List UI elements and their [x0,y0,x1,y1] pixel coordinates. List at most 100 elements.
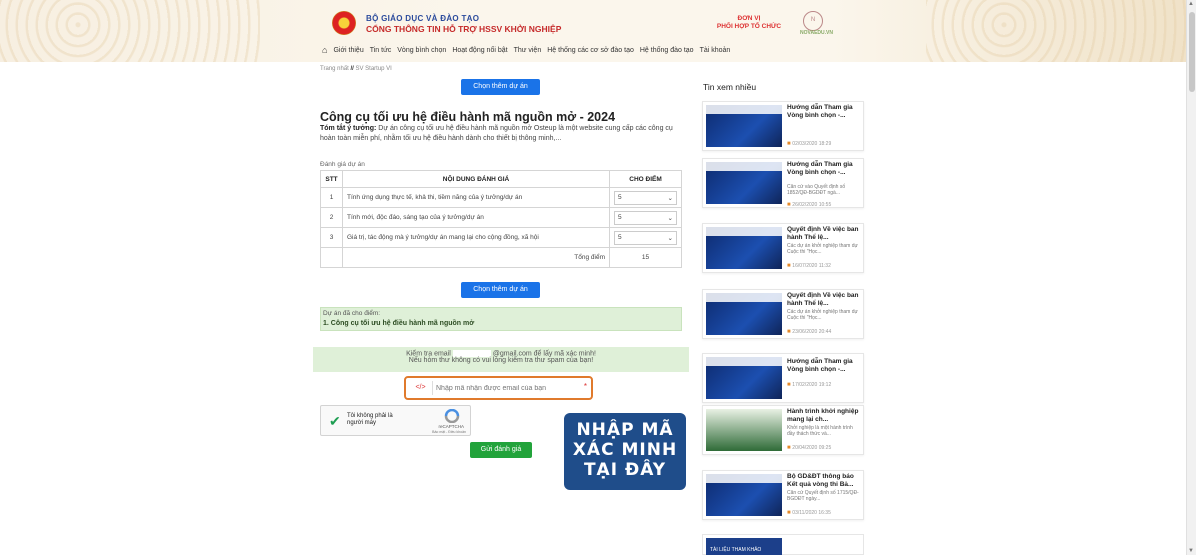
row-content: Giá trị, tác động mà ý tưởng/dự án mang … [342,227,610,248]
total-empty-cell [320,247,343,268]
news-title[interactable]: Hướng dẫn Tham gia Vòng bình chọn -... [787,358,862,373]
site-header: BỘ GIÁO DỤC VÀ ĐÀO TẠO CỔNG THÔNG TIN HỖ… [0,0,1186,62]
news-card[interactable]: Hướng dẫn Tham gia Vòng bình chọn -... 1… [702,353,864,403]
chevron-down-icon: ⌄ [667,194,673,202]
score-value: 5 [618,214,622,221]
scroll-up-icon[interactable]: ▲ [1188,1,1194,7]
required-marker: * [583,382,587,391]
header-pattern-left [0,0,260,62]
news-card[interactable]: Quyết định Về việc ban hành Thể lệ... Cá… [702,223,864,273]
news-thumbnail[interactable]: TÀI LIỆU THAM KHẢO [706,538,782,555]
row-stt: 2 [320,207,343,228]
col-header-content: NỘI DUNG ĐÁNH GIÁ [342,170,610,188]
row-content: Tính mới, độc đáo, sáng tạo của ý tưởng/… [342,207,610,228]
news-title[interactable]: Hướng dẫn Tham gia Vòng bình chọn -... [787,161,862,176]
news-snippet: Căn cứ vào Quyết định số 1852/QĐ-BGDĐT n… [787,184,846,196]
national-emblem-icon[interactable] [332,11,356,35]
scored-project-item: 1. Công cụ tối ưu hệ điều hành mã nguồn … [323,320,475,327]
nav-item-he-thong-co-so[interactable]: Hệ thống các cơ sở đào tạo [547,47,634,54]
choose-project-button[interactable]: Chọn thêm dự án [461,282,540,298]
email-mask [452,350,491,357]
news-thumbnail[interactable] [706,293,782,335]
score-select-cell: 5 ⌄ [609,227,682,248]
news-card-partial[interactable]: TÀI LIỆU THAM KHẢO [702,534,864,555]
news-card[interactable]: Hướng dẫn Tham gia Vòng bình chọn -... 0… [702,101,864,151]
news-thumbnail[interactable] [706,357,782,399]
total-row: Tổng điểm 15 [320,247,682,268]
score-select-cell: 5 ⌄ [609,207,682,228]
news-date: 03/11/2020 16:35 [787,510,831,516]
choose-more-project-button[interactable]: Chọn thêm dự án [461,79,540,95]
total-label: Tổng điểm [342,247,610,268]
chevron-down-icon: ⌄ [667,214,673,222]
score-select-3[interactable]: 5 ⌄ [614,230,677,245]
breadcrumb: Trang nhất // SV Startup VI [320,66,392,72]
news-title[interactable]: Hướng dẫn Tham gia Vòng bình chọn -... [787,104,862,119]
news-title[interactable]: Hành trình khởi nghiệp mang lại ch... [787,408,862,423]
partner-logo-icon[interactable]: N [803,11,823,31]
project-title: Công cụ tối ưu hệ điều hành mã nguồn mở … [320,110,616,124]
news-snippet: Các dự án khởi nghiệp tham dự Cuộc thi "… [787,309,858,321]
table-row: 1 Tính ứng dụng thực tế, khả thi, tiềm n… [320,187,682,208]
news-card[interactable]: Hành trình khởi nghiệp mang lại ch... Kh… [702,405,864,455]
news-thumbnail[interactable] [706,474,782,516]
news-thumbnail[interactable] [706,162,782,204]
score-select-2[interactable]: 5 ⌄ [614,210,677,225]
partner-label-1: ĐƠN VỊ [737,15,761,22]
email-notice: Kiểm tra email @gmail.com để lấy mã xác … [313,347,689,372]
code-icon: </> [409,381,433,395]
row-stt: 3 [320,227,343,248]
news-date: 16/07/2020 11:32 [787,263,831,269]
breadcrumb-current[interactable]: SV Startup VI [355,66,391,72]
scored-label: Dự án đã cho điểm: [323,310,381,317]
row-content: Tính ứng dụng thực tế, khả thi, tiềm năn… [342,187,610,208]
news-title[interactable]: Quyết định Về việc ban hành Thể lệ... [787,292,862,307]
news-card[interactable]: Bộ GD&ĐT thông báo Kết quả vòng thi Bả..… [702,470,864,520]
scored-projects-box: Dự án đã cho điểm: 1. Công cụ tối ưu hệ … [320,307,682,331]
nav-item-tin-tuc[interactable]: Tin tức [370,47,392,54]
news-card[interactable]: Quyết định Về việc ban hành Thể lệ... Cá… [702,289,864,339]
home-icon[interactable]: ⌂ [322,45,327,55]
captcha-label: Tôi không phải là người máy [347,413,393,426]
news-snippet: Các dự án khởi nghiệp tham dự Cuộc thi "… [787,243,858,255]
news-title[interactable]: Bộ GD&ĐT thông báo Kết quả vòng thi Bả..… [787,473,862,488]
scroll-down-icon[interactable]: ▼ [1188,548,1194,554]
verification-code-input[interactable] [436,381,582,395]
news-date: 02/03/2020 18:29 [787,141,831,147]
nav-item-he-thong-dao-tao[interactable]: Hệ thống đào tạo [640,47,694,54]
news-date: 17/02/2020 19:12 [787,382,831,388]
table-header-row: STT NỘI DUNG ĐÁNH GIÁ CHO ĐIỂM [320,170,682,188]
news-card[interactable]: Hướng dẫn Tham gia Vòng bình chọn -... C… [702,158,864,208]
project-summary: Tóm tắt ý tưởng: Dự án công cụ tối ưu hệ… [320,124,684,144]
news-thumbnail[interactable] [706,105,782,147]
brand-line1[interactable]: BỘ GIÁO DỤC VÀ ĐÀO TẠO [366,14,479,23]
col-header-score: CHO ĐIỂM [609,170,682,188]
checkmark-icon[interactable]: ✔ [329,413,341,430]
nav-item-hoat-dong[interactable]: Hoạt động nổi bật [452,47,507,54]
breadcrumb-separator: // [350,66,354,72]
news-title[interactable]: Quyết định Về việc ban hành Thể lệ... [787,226,862,241]
nav-item-vong-binh-chon[interactable]: Vòng bình chọn [397,47,446,54]
news-thumbnail[interactable] [706,227,782,269]
email-line-2: Nếu hòm thư không có vui lòng kiểm tra t… [408,357,594,365]
recaptcha-widget[interactable]: ✔ Tôi không phải là người máy reCAPTCHA … [320,405,471,436]
header-pattern-right [926,0,1186,62]
brand-line2[interactable]: CỔNG THÔNG TIN HỖ TRỢ HSSV KHỞI NGHIỆP [366,24,561,34]
nav-item-thu-vien[interactable]: Thư viện [514,47,542,54]
scrollbar-thumb[interactable] [1189,12,1195,92]
nav-item-gioi-thieu[interactable]: Giới thiệu [333,47,363,54]
row-stt: 1 [320,187,343,208]
evaluation-label: Đánh giá dự án [320,161,365,168]
news-date: 26/02/2020 10:55 [787,202,831,208]
score-select-1[interactable]: 5 ⌄ [614,190,677,205]
news-thumbnail[interactable] [706,409,782,451]
submit-evaluation-button[interactable]: Gửi đánh giá [470,442,532,458]
partner-logo-text: NOVAEDU.VN [800,30,833,36]
callout-line-2: XÁC MINH [572,440,678,460]
total-value: 15 [609,247,682,268]
page-scrollbar[interactable]: ▲ ▼ [1186,0,1196,555]
nav-item-tai-khoan[interactable]: Tài khoản [700,47,731,54]
table-row: 3 Giá trị, tác động mà ý tưởng/dự án man… [320,227,682,248]
captcha-terms[interactable]: Bảo mật - Điều khoản [432,430,466,434]
breadcrumb-home[interactable]: Trang nhất [320,66,349,72]
